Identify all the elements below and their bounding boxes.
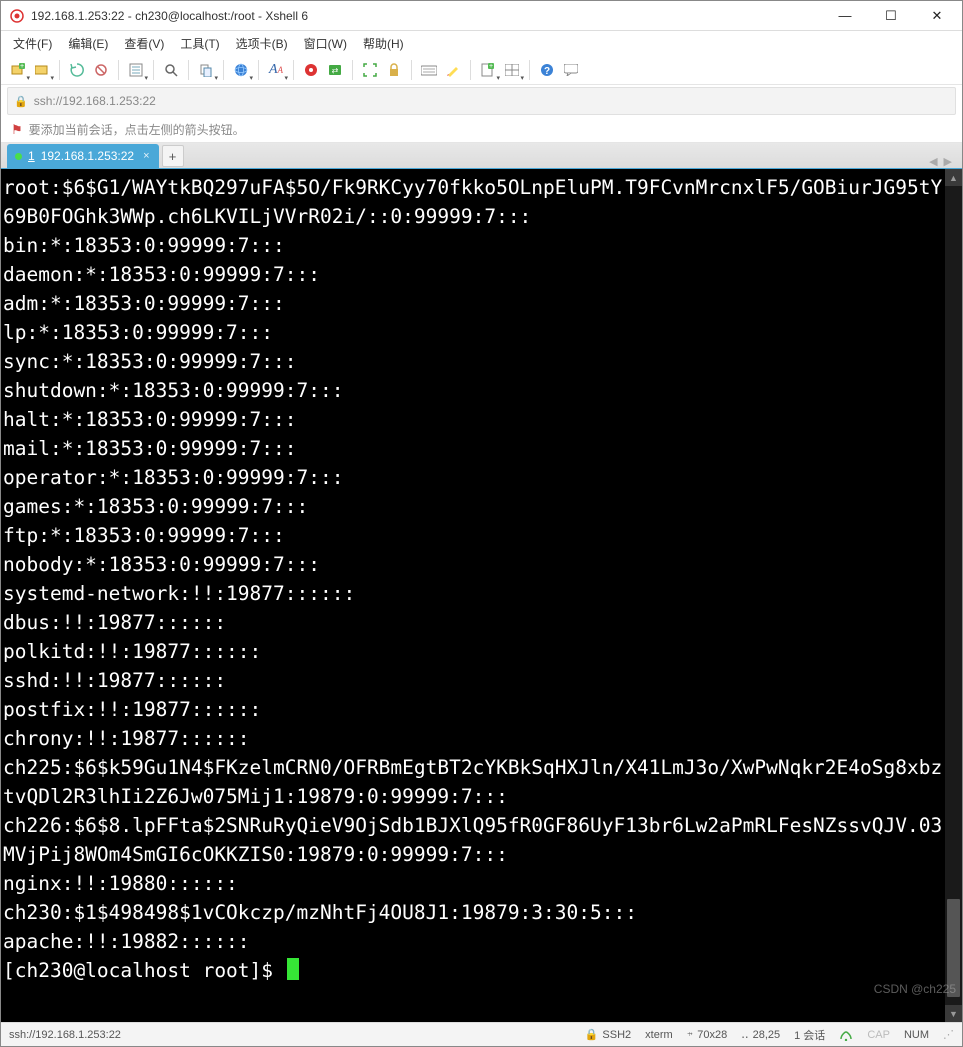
terminal[interactable]: root:$6$G1/WAYtkBQ297uFA$5O/Fk9RKCyy70fk… (1, 169, 945, 1022)
minimize-button[interactable]: — (822, 1, 868, 31)
address-text: ssh://192.168.1.253:22 (34, 94, 949, 108)
tab-number: 1 (28, 149, 35, 163)
menu-edit[interactable]: 编辑(E) (60, 33, 116, 54)
toolbar-separator (118, 60, 119, 80)
terminal-area: root:$6$G1/WAYtkBQ297uFA$5O/Fk9RKCyy70fk… (1, 169, 962, 1022)
status-sessions: 1 会话 (794, 1027, 825, 1043)
status-dot-icon (15, 153, 22, 160)
status-num: NUM (904, 1029, 929, 1041)
xshell-button[interactable] (300, 59, 322, 81)
flag-icon[interactable]: ⚑ (11, 122, 23, 138)
scroll-down-icon[interactable]: ▼ (945, 1005, 962, 1022)
menu-bar: 文件(F) 编辑(E) 查看(V) 工具(T) 选项卡(B) 窗口(W) 帮助(… (1, 31, 962, 55)
xftp-button[interactable]: ⇄ (324, 59, 346, 81)
open-button[interactable] (31, 59, 53, 81)
layout-button[interactable] (501, 59, 523, 81)
toolbar-separator (258, 60, 259, 80)
toolbar-separator (529, 60, 530, 80)
fullscreen-button[interactable] (359, 59, 381, 81)
status-bar: ssh://192.168.1.253:22 🔒SSH2 xterm ⍆70x2… (1, 1022, 962, 1046)
menu-help[interactable]: 帮助(H) (355, 33, 412, 54)
lock-button[interactable] (383, 59, 405, 81)
status-address: ssh://192.168.1.253:22 (9, 1029, 571, 1041)
globe-button[interactable] (230, 59, 252, 81)
status-conn-icon (839, 1029, 853, 1041)
menu-file[interactable]: 文件(F) (5, 33, 60, 54)
menu-tools[interactable]: 工具(T) (172, 33, 227, 54)
svg-text:+: + (489, 63, 493, 70)
properties-button[interactable] (125, 59, 147, 81)
menu-tabs[interactable]: 选项卡(B) (228, 33, 296, 54)
toolbar-separator (223, 60, 224, 80)
tab-close-icon[interactable]: × (140, 150, 152, 162)
session-tab[interactable]: 1 192.168.1.253:22 × (7, 144, 159, 168)
reconnect-button[interactable] (66, 59, 88, 81)
toolbar-separator (411, 60, 412, 80)
info-text: 要添加当前会话，点击左侧的箭头按钮。 (29, 121, 245, 138)
scrollbar[interactable]: ▲ ▼ (945, 169, 962, 1022)
window-title: 192.168.1.253:22 - ch230@localhost:/root… (31, 9, 822, 23)
app-icon (9, 8, 25, 24)
feedback-button[interactable] (560, 59, 582, 81)
copy-paste-button[interactable] (195, 59, 217, 81)
toolbar-separator (470, 60, 471, 80)
status-pos: ‥28,25 (741, 1028, 780, 1041)
menu-view[interactable]: 查看(V) (116, 33, 172, 54)
keyboard-button[interactable] (418, 59, 440, 81)
compose-button[interactable]: + (477, 59, 499, 81)
maximize-button[interactable]: ☐ (868, 1, 914, 31)
tab-prev-icon[interactable]: ◀ (929, 155, 937, 168)
svg-text:+: + (20, 63, 24, 70)
status-term: xterm (645, 1029, 673, 1041)
toolbar: + AA ⇄ + ? (1, 55, 962, 85)
toolbar-separator (153, 60, 154, 80)
tab-next-icon[interactable]: ▶ (944, 155, 952, 168)
status-size: ⍆70x28 (687, 1028, 728, 1041)
toolbar-separator (352, 60, 353, 80)
lock-icon: 🔒 (14, 95, 28, 108)
font-button[interactable]: AA (265, 59, 287, 81)
tab-add-button[interactable]: + (162, 145, 184, 167)
toolbar-separator (59, 60, 60, 80)
new-session-button[interactable]: + (7, 59, 29, 81)
address-bar[interactable]: 🔒 ssh://192.168.1.253:22 (7, 87, 956, 115)
close-button[interactable]: ✕ (914, 1, 960, 31)
info-bar: ⚑ 要添加当前会话，点击左侧的箭头按钮。 (1, 117, 962, 143)
status-resize-icon[interactable]: ⋰ (943, 1028, 954, 1041)
tab-label: 192.168.1.253:22 (41, 149, 134, 163)
tab-strip: 1 192.168.1.253:22 × + ◀ ▶ (1, 143, 962, 169)
svg-text:⇄: ⇄ (332, 66, 339, 75)
toolbar-separator (293, 60, 294, 80)
status-cap: CAP (867, 1029, 890, 1041)
watermark: CSDN @ch225 (874, 982, 956, 996)
window-controls: — ☐ ✕ (822, 1, 960, 31)
status-ssh: 🔒SSH2 (585, 1028, 631, 1041)
title-bar: 192.168.1.253:22 - ch230@localhost:/root… (1, 1, 962, 31)
tab-nav: ◀ ▶ (929, 155, 956, 168)
scroll-track[interactable] (945, 186, 962, 1005)
scroll-up-icon[interactable]: ▲ (945, 169, 962, 186)
search-button[interactable] (160, 59, 182, 81)
help-button[interactable]: ? (536, 59, 558, 81)
svg-text:?: ? (544, 66, 550, 77)
toolbar-separator (188, 60, 189, 80)
disconnect-button[interactable] (90, 59, 112, 81)
highlight-button[interactable] (442, 59, 464, 81)
menu-window[interactable]: 窗口(W) (296, 33, 355, 54)
